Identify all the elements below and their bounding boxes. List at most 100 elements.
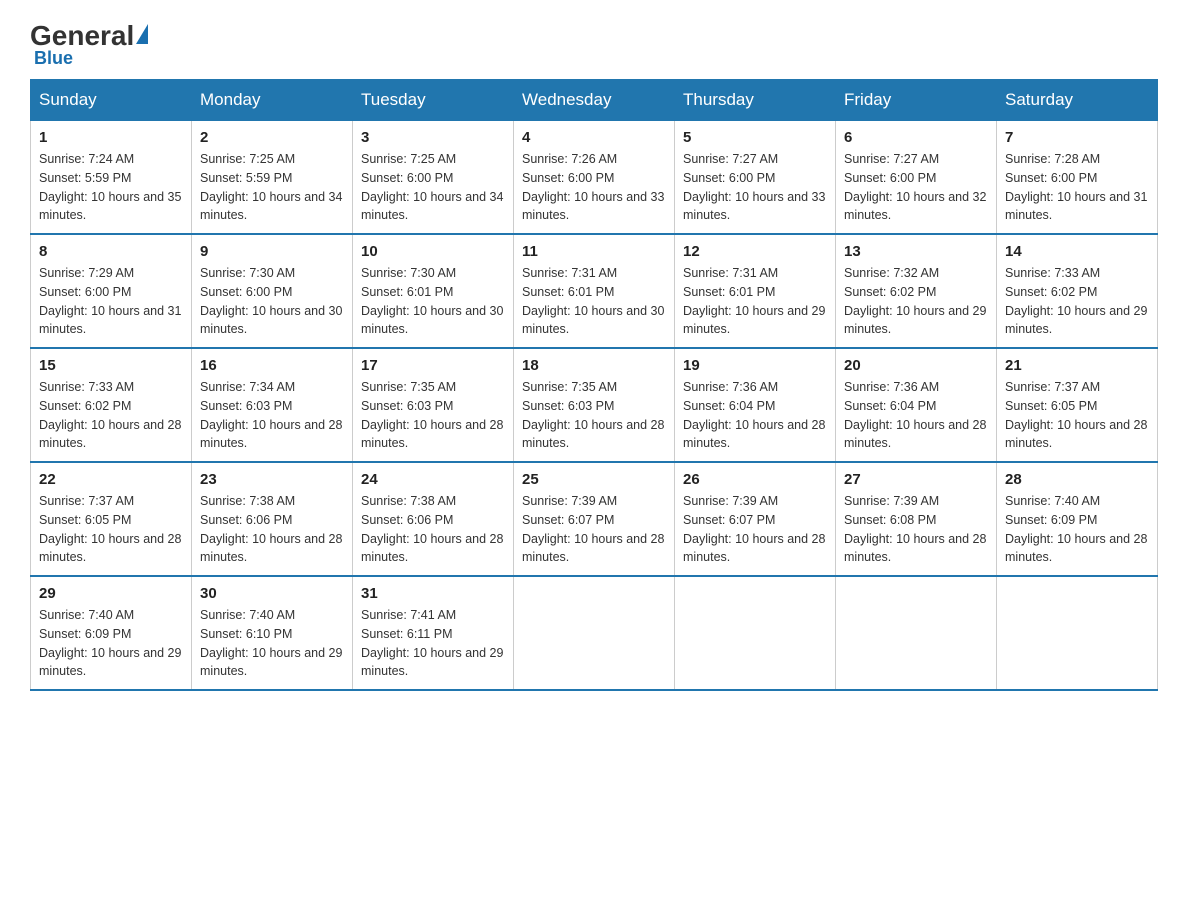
day-number: 21 <box>1005 357 1149 374</box>
day-number: 18 <box>522 357 666 374</box>
day-number: 31 <box>361 585 505 602</box>
calendar-day-cell: 27 Sunrise: 7:39 AMSunset: 6:08 PMDayligh… <box>836 462 997 576</box>
calendar-table: SundayMondayTuesdayWednesdayThursdayFrid… <box>30 79 1158 691</box>
calendar-day-cell: 25Sunrise: 7:39 AMSunset: 6:07 PMDayligh… <box>514 462 675 576</box>
logo-triangle-icon <box>136 24 148 44</box>
day-info: Sunrise: 7:28 AMSunset: 6:00 PMDaylight:… <box>1005 150 1149 225</box>
day-info: Sunrise: 7:35 AMSunset: 6:03 PMDaylight:… <box>522 378 666 453</box>
day-info: Sunrise: 7:30 AMSunset: 6:00 PMDaylight:… <box>200 264 344 339</box>
weekday-header-sunday: Sunday <box>31 80 192 121</box>
calendar-day-cell: 5 Sunrise: 7:27 AMSunset: 6:00 PMDaylight… <box>675 121 836 235</box>
calendar-day-cell: 31 Sunrise: 7:41 AMSunset: 6:11 PMDayligh… <box>353 576 514 690</box>
day-info: Sunrise: 7:29 AMSunset: 6:00 PMDaylight:… <box>39 264 183 339</box>
day-number: 26 <box>683 471 827 488</box>
day-info: Sunrise: 7:32 AMSunset: 6:02 PMDaylight:… <box>844 264 988 339</box>
day-number: 12 <box>683 243 827 260</box>
day-info: Sunrise: 7:37 AMSunset: 6:05 PMDaylight:… <box>1005 378 1149 453</box>
day-info: Sunrise: 7:38 AMSunset: 6:06 PMDaylight:… <box>200 492 344 567</box>
day-number: 8 <box>39 243 183 260</box>
day-info: Sunrise: 7:25 AMSunset: 6:00 PMDaylight:… <box>361 150 505 225</box>
day-info: Sunrise: 7:35 AMSunset: 6:03 PMDaylight:… <box>361 378 505 453</box>
day-number: 16 <box>200 357 344 374</box>
day-info: Sunrise: 7:33 AMSunset: 6:02 PMDaylight:… <box>39 378 183 453</box>
weekday-header-monday: Monday <box>192 80 353 121</box>
day-info: Sunrise: 7:40 AMSunset: 6:10 PMDaylight:… <box>200 606 344 681</box>
calendar-day-cell <box>997 576 1158 690</box>
day-number: 20 <box>844 357 988 374</box>
day-info: Sunrise: 7:41 AMSunset: 6:11 PMDaylight:… <box>361 606 505 681</box>
day-number: 15 <box>39 357 183 374</box>
calendar-day-cell: 18 Sunrise: 7:35 AMSunset: 6:03 PMDayligh… <box>514 348 675 462</box>
calendar-day-cell: 14 Sunrise: 7:33 AMSunset: 6:02 PMDayligh… <box>997 234 1158 348</box>
day-info: Sunrise: 7:31 AMSunset: 6:01 PMDaylight:… <box>522 264 666 339</box>
day-info: Sunrise: 7:39 AMSunset: 6:08 PMDaylight:… <box>844 492 988 567</box>
day-number: 25 <box>522 471 666 488</box>
day-number: 5 <box>683 129 827 146</box>
day-number: 14 <box>1005 243 1149 260</box>
day-info: Sunrise: 7:40 AMSunset: 6:09 PMDaylight:… <box>39 606 183 681</box>
day-number: 2 <box>200 129 344 146</box>
day-info: Sunrise: 7:33 AMSunset: 6:02 PMDaylight:… <box>1005 264 1149 339</box>
day-number: 10 <box>361 243 505 260</box>
weekday-header-row: SundayMondayTuesdayWednesdayThursdayFrid… <box>31 80 1158 121</box>
calendar-day-cell: 24 Sunrise: 7:38 AMSunset: 6:06 PMDayligh… <box>353 462 514 576</box>
day-info: Sunrise: 7:37 AMSunset: 6:05 PMDaylight:… <box>39 492 183 567</box>
calendar-day-cell <box>675 576 836 690</box>
weekday-header-friday: Friday <box>836 80 997 121</box>
calendar-day-cell <box>836 576 997 690</box>
calendar-day-cell: 6Sunrise: 7:27 AMSunset: 6:00 PMDaylight… <box>836 121 997 235</box>
day-number: 9 <box>200 243 344 260</box>
calendar-day-cell: 12 Sunrise: 7:31 AMSunset: 6:01 PMDayligh… <box>675 234 836 348</box>
day-info: Sunrise: 7:27 AMSunset: 6:00 PMDaylight:… <box>683 150 827 225</box>
calendar-day-cell: 8 Sunrise: 7:29 AMSunset: 6:00 PMDaylight… <box>31 234 192 348</box>
calendar-day-cell: 23Sunrise: 7:38 AMSunset: 6:06 PMDayligh… <box>192 462 353 576</box>
day-number: 24 <box>361 471 505 488</box>
calendar-day-cell: 9 Sunrise: 7:30 AMSunset: 6:00 PMDaylight… <box>192 234 353 348</box>
calendar-week-row: 29 Sunrise: 7:40 AMSunset: 6:09 PMDayligh… <box>31 576 1158 690</box>
calendar-week-row: 1Sunrise: 7:24 AMSunset: 5:59 PMDaylight… <box>31 121 1158 235</box>
day-info: Sunrise: 7:26 AMSunset: 6:00 PMDaylight:… <box>522 150 666 225</box>
day-number: 17 <box>361 357 505 374</box>
calendar-day-cell: 15 Sunrise: 7:33 AMSunset: 6:02 PMDayligh… <box>31 348 192 462</box>
day-number: 27 <box>844 471 988 488</box>
day-number: 19 <box>683 357 827 374</box>
calendar-day-cell: 4 Sunrise: 7:26 AMSunset: 6:00 PMDaylight… <box>514 121 675 235</box>
day-info: Sunrise: 7:25 AMSunset: 5:59 PMDaylight:… <box>200 150 344 225</box>
calendar-week-row: 15 Sunrise: 7:33 AMSunset: 6:02 PMDayligh… <box>31 348 1158 462</box>
day-number: 28 <box>1005 471 1149 488</box>
day-info: Sunrise: 7:40 AMSunset: 6:09 PMDaylight:… <box>1005 492 1149 567</box>
calendar-week-row: 8 Sunrise: 7:29 AMSunset: 6:00 PMDaylight… <box>31 234 1158 348</box>
calendar-day-cell: 3 Sunrise: 7:25 AMSunset: 6:00 PMDaylight… <box>353 121 514 235</box>
day-number: 1 <box>39 129 183 146</box>
day-number: 30 <box>200 585 344 602</box>
day-info: Sunrise: 7:36 AMSunset: 6:04 PMDaylight:… <box>683 378 827 453</box>
day-number: 13 <box>844 243 988 260</box>
day-number: 22 <box>39 471 183 488</box>
calendar-day-cell: 13 Sunrise: 7:32 AMSunset: 6:02 PMDayligh… <box>836 234 997 348</box>
calendar-day-cell <box>514 576 675 690</box>
calendar-day-cell: 29 Sunrise: 7:40 AMSunset: 6:09 PMDayligh… <box>31 576 192 690</box>
calendar-day-cell: 16Sunrise: 7:34 AMSunset: 6:03 PMDayligh… <box>192 348 353 462</box>
calendar-day-cell: 11Sunrise: 7:31 AMSunset: 6:01 PMDayligh… <box>514 234 675 348</box>
day-number: 4 <box>522 129 666 146</box>
calendar-day-cell: 2 Sunrise: 7:25 AMSunset: 5:59 PMDaylight… <box>192 121 353 235</box>
weekday-header-wednesday: Wednesday <box>514 80 675 121</box>
weekday-header-thursday: Thursday <box>675 80 836 121</box>
calendar-day-cell: 21 Sunrise: 7:37 AMSunset: 6:05 PMDayligh… <box>997 348 1158 462</box>
day-info: Sunrise: 7:38 AMSunset: 6:06 PMDaylight:… <box>361 492 505 567</box>
day-info: Sunrise: 7:30 AMSunset: 6:01 PMDaylight:… <box>361 264 505 339</box>
day-number: 3 <box>361 129 505 146</box>
day-number: 29 <box>39 585 183 602</box>
calendar-day-cell: 30 Sunrise: 7:40 AMSunset: 6:10 PMDayligh… <box>192 576 353 690</box>
calendar-day-cell: 17 Sunrise: 7:35 AMSunset: 6:03 PMDayligh… <box>353 348 514 462</box>
day-info: Sunrise: 7:39 AMSunset: 6:07 PMDaylight:… <box>683 492 827 567</box>
calendar-day-cell: 1Sunrise: 7:24 AMSunset: 5:59 PMDaylight… <box>31 121 192 235</box>
weekday-header-tuesday: Tuesday <box>353 80 514 121</box>
calendar-day-cell: 26 Sunrise: 7:39 AMSunset: 6:07 PMDayligh… <box>675 462 836 576</box>
calendar-day-cell: 19 Sunrise: 7:36 AMSunset: 6:04 PMDayligh… <box>675 348 836 462</box>
calendar-day-cell: 7Sunrise: 7:28 AMSunset: 6:00 PMDaylight… <box>997 121 1158 235</box>
page-header: General Blue <box>30 20 1158 69</box>
calendar-day-cell: 22 Sunrise: 7:37 AMSunset: 6:05 PMDayligh… <box>31 462 192 576</box>
day-info: Sunrise: 7:31 AMSunset: 6:01 PMDaylight:… <box>683 264 827 339</box>
calendar-week-row: 22 Sunrise: 7:37 AMSunset: 6:05 PMDayligh… <box>31 462 1158 576</box>
